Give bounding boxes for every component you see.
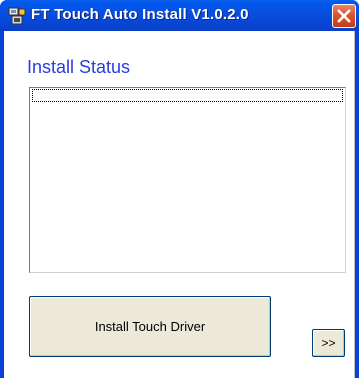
installer-window: FT Touch Auto Install V1.0.2.0 Install S… (0, 0, 359, 378)
title-bar[interactable]: FT Touch Auto Install V1.0.2.0 (0, 0, 359, 31)
close-icon (337, 9, 351, 23)
install-touch-driver-button[interactable]: Install Touch Driver (29, 296, 271, 357)
window-title: FT Touch Auto Install V1.0.2.0 (31, 6, 249, 23)
installer-app-icon (8, 7, 26, 25)
more-options-button[interactable]: >> (312, 329, 345, 357)
status-list-item[interactable] (32, 89, 343, 102)
more-button-label: >> (321, 336, 336, 350)
install-button-label: Install Touch Driver (94, 319, 206, 334)
close-button[interactable] (332, 4, 356, 28)
section-title: Install Status (27, 57, 131, 77)
install-status-list[interactable] (29, 87, 346, 273)
